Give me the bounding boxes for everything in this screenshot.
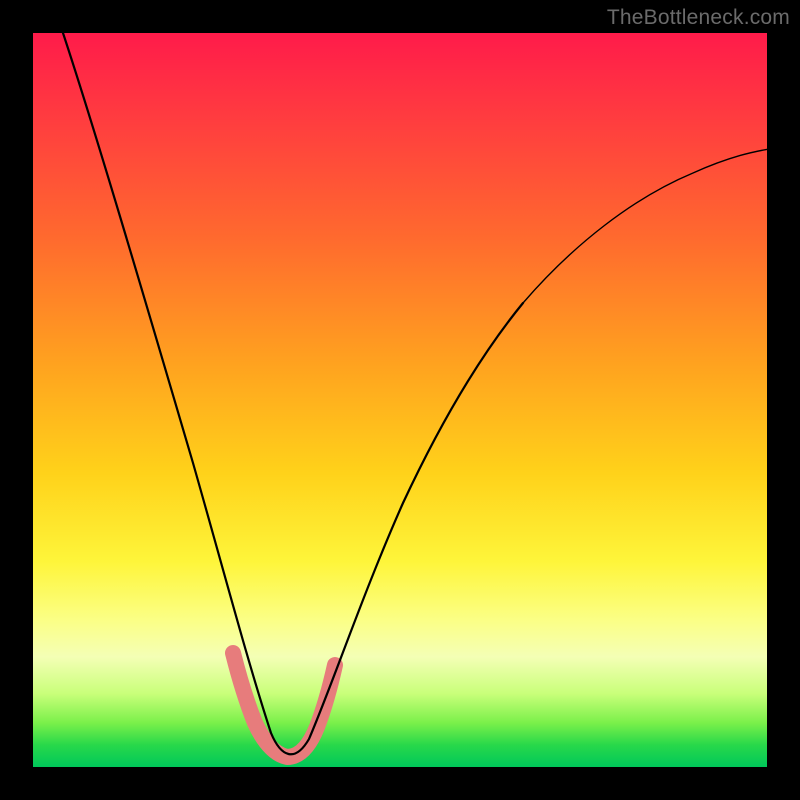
chart-frame: TheBottleneck.com [0, 0, 800, 800]
bottleneck-curve-left [61, 27, 523, 754]
valley-highlight [233, 653, 335, 757]
bottleneck-curve-right [523, 149, 769, 303]
curve-layer [33, 33, 767, 767]
watermark-text: TheBottleneck.com [607, 6, 790, 30]
